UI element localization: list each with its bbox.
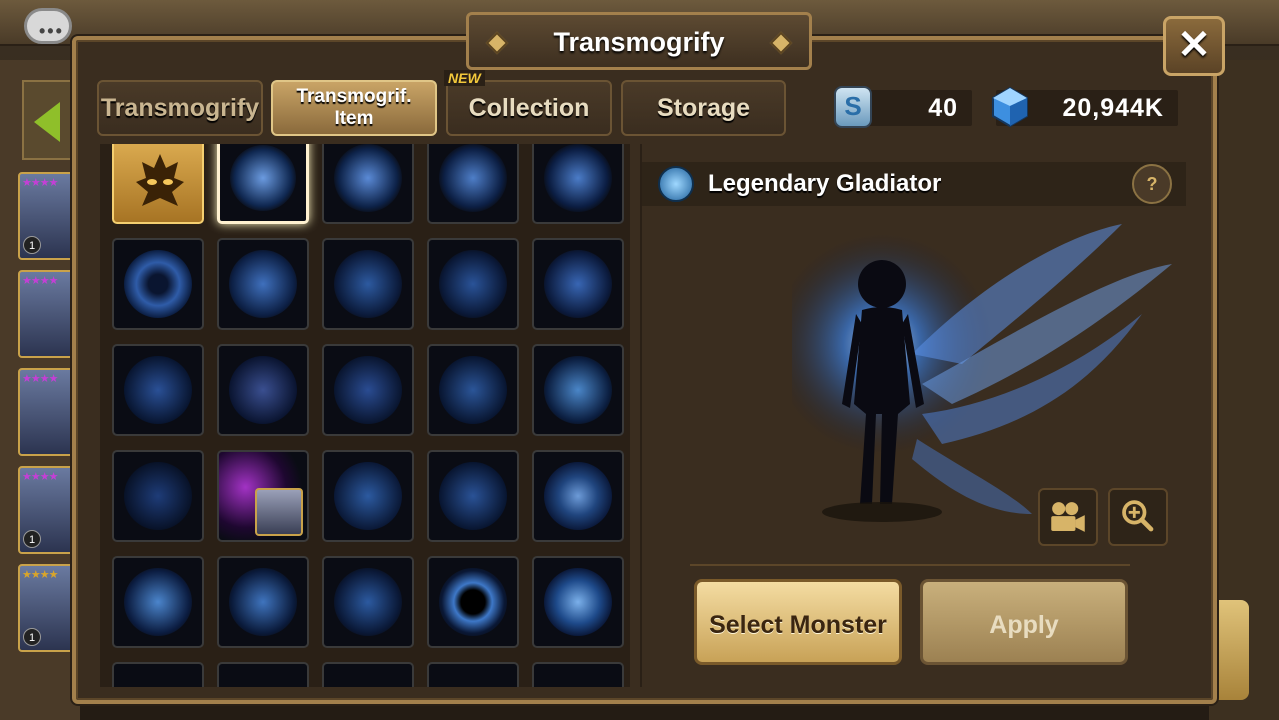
tab-label: Collection — [468, 94, 590, 122]
grid-item-cell[interactable] — [427, 556, 519, 648]
item-grid — [100, 144, 630, 687]
grid-item-cell[interactable] — [217, 662, 309, 687]
tab-label: Transmogrify — [100, 94, 260, 122]
select-monster-button[interactable]: Select Monster — [694, 579, 902, 665]
background-monster-thumb[interactable]: ★★★★ — [18, 368, 74, 456]
tab-transmogrify-item[interactable]: Transmogrif. Item — [271, 80, 437, 136]
preview-divider — [690, 564, 1130, 566]
close-button[interactable]: ✕ — [1163, 16, 1225, 76]
crystal-value: 20,944K — [1062, 94, 1164, 122]
transmog-stone-icon: S — [834, 86, 872, 128]
grid-item-cell[interactable] — [427, 344, 519, 436]
grid-item-cell[interactable] — [112, 238, 204, 330]
star-icon: ★★★★ — [22, 373, 58, 385]
tab-label: Storage — [656, 94, 751, 122]
tab-collection[interactable]: Collection — [446, 80, 612, 136]
preview-panel: Legendary Gladiator ? Select Monster App… — [640, 144, 1186, 687]
grid-item-cell[interactable] — [217, 238, 309, 330]
monster-level-badge: 1 — [23, 530, 41, 548]
grid-item-cell[interactable] — [322, 344, 414, 436]
grid-item-cell[interactable] — [322, 662, 414, 687]
video-camera-icon — [1051, 502, 1085, 532]
tab-label-line2: Item — [334, 108, 374, 129]
page-title: Transmogrify — [553, 27, 725, 57]
preview-header: Legendary Gladiator — [642, 162, 1186, 206]
chat-icon: ••• — [39, 21, 64, 41]
demon-mask-icon — [136, 154, 184, 206]
grid-item-cell[interactable] — [322, 450, 414, 542]
grid-item-cell[interactable] — [427, 144, 519, 224]
stone-value: 40 — [928, 94, 958, 122]
grid-item-cell[interactable] — [322, 238, 414, 330]
grid-item-cell[interactable] — [427, 450, 519, 542]
star-icon: ★★★★ — [22, 177, 58, 189]
grid-item-cell[interactable] — [217, 344, 309, 436]
zoom-button[interactable] — [1108, 488, 1168, 546]
monster-level-badge: 1 — [23, 236, 41, 254]
grid-item-cell[interactable] — [322, 144, 414, 224]
chat-button[interactable]: ••• — [24, 8, 72, 44]
grid-item-cell[interactable] — [112, 344, 204, 436]
monster-portrait-icon — [255, 488, 303, 536]
zoom-in-icon — [1122, 500, 1154, 532]
skin-name: Legendary Gladiator — [708, 170, 942, 197]
new-badge: NEW — [444, 70, 485, 86]
stone-currency: S 40 — [834, 86, 972, 128]
grid-item-cell[interactable] — [532, 344, 624, 436]
star-icon: ★★★★ — [22, 275, 58, 287]
background-monster-thumb[interactable]: ★★★★ 1 — [18, 172, 74, 260]
video-camera-button[interactable] — [1038, 488, 1098, 546]
grid-item-cell[interactable] — [532, 556, 624, 648]
grid-item-cell[interactable] — [112, 556, 204, 648]
grid-item-cell[interactable] — [532, 144, 624, 224]
star-icon: ★★★★ — [22, 569, 58, 581]
help-button[interactable]: ? — [1132, 164, 1172, 204]
grid-item-cell[interactable] — [532, 238, 624, 330]
monster-level-badge: 1 — [23, 628, 41, 646]
grid-item-cell[interactable] — [112, 662, 204, 687]
grid-item-cell[interactable] — [112, 144, 204, 224]
background-monster-thumb[interactable]: ★★★★ 1 — [18, 564, 74, 652]
grid-item-cell[interactable] — [427, 238, 519, 330]
crystal-icon — [992, 86, 1028, 128]
tab-transmogrify[interactable]: Transmogrify — [97, 80, 263, 136]
background-monster-thumb[interactable]: ★★★★ — [18, 270, 74, 358]
grid-item-cell[interactable] — [532, 662, 624, 687]
tab-storage[interactable]: Storage — [621, 80, 786, 136]
back-arrow-icon[interactable] — [22, 80, 74, 160]
grid-item-cell[interactable] — [217, 450, 309, 542]
skin-swirl-icon — [658, 166, 694, 202]
grid-item-cell[interactable] — [427, 662, 519, 687]
crystal-currency: 20,944K — [992, 86, 1178, 128]
grid-item-cell[interactable] — [217, 144, 309, 224]
tab-label-line1: Transmogrif. — [296, 86, 412, 107]
background-monster-thumb[interactable]: ★★★★ 1 — [18, 466, 74, 554]
grid-item-cell[interactable] — [217, 556, 309, 648]
grid-item-cell[interactable] — [532, 450, 624, 542]
grid-item-cell[interactable] — [112, 450, 204, 542]
star-icon: ★★★★ — [22, 471, 58, 483]
apply-button[interactable]: Apply — [920, 579, 1128, 665]
grid-item-cell[interactable] — [322, 556, 414, 648]
title-plate: Transmogrify — [466, 12, 812, 70]
